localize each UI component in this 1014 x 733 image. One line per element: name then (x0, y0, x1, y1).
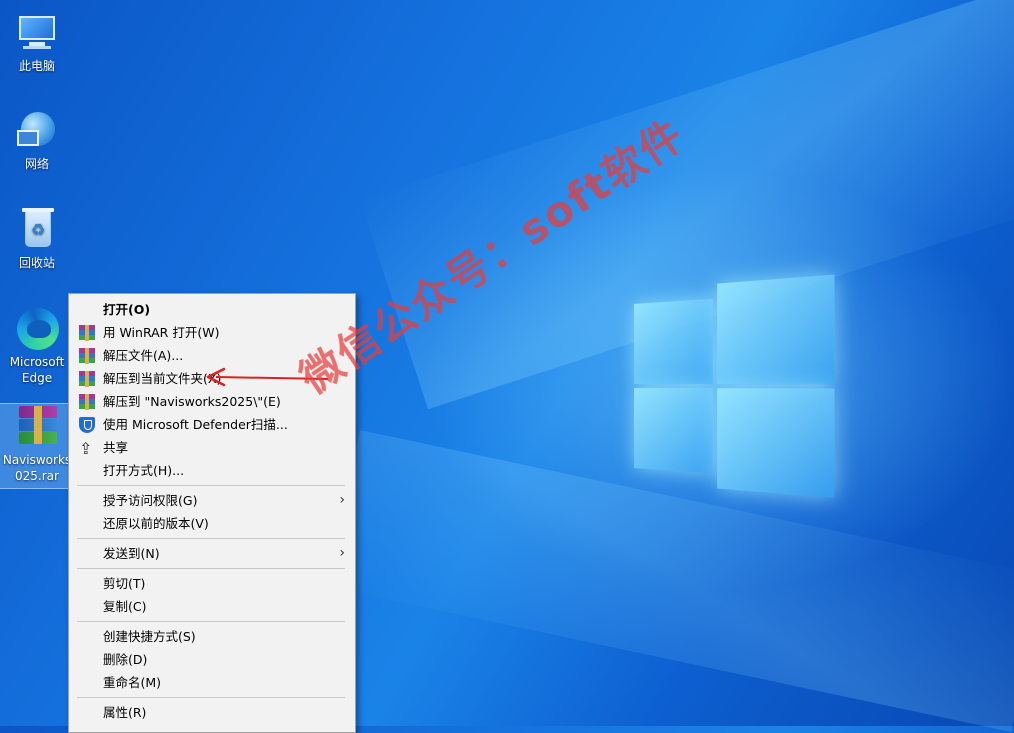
recycle-bin-icon: ♻ (15, 207, 59, 251)
desktop-icon-label: Microsoft (9, 355, 65, 369)
network-icon (15, 108, 59, 152)
menu-item-give-access[interactable]: 授予访问权限(G) › (69, 489, 355, 512)
menu-item-copy[interactable]: 复制(C) (69, 595, 355, 618)
desktop-icon-label: 此电脑 (18, 59, 55, 73)
desktop-icon-recycle-bin[interactable]: ♻ 回收站 (0, 207, 74, 271)
menu-separator (77, 621, 345, 622)
menu-item-properties[interactable]: 属性(R) (69, 701, 355, 724)
menu-separator (77, 485, 345, 486)
desktop-icon-label: 网络 (24, 157, 49, 171)
defender-shield-icon (79, 417, 95, 433)
menu-item-share[interactable]: ⇪ 共享 (69, 436, 355, 459)
desktop-icon-label: Edge (21, 371, 53, 385)
menu-item-open[interactable]: 打开(O) (69, 298, 355, 321)
chevron-right-icon: › (339, 492, 345, 508)
winrar-icon (79, 394, 95, 410)
desktop-icon-edge[interactable]: Microsoft Edge (0, 306, 74, 386)
winrar-icon (79, 371, 95, 387)
share-icon: ⇪ (79, 439, 93, 458)
winrar-icon (79, 348, 95, 364)
winrar-icon (79, 325, 95, 341)
menu-item-delete[interactable]: 删除(D) (69, 648, 355, 671)
desktop-icon-label: 回收站 (18, 256, 55, 270)
desktop-icon-this-pc[interactable]: 此电脑 (0, 10, 74, 74)
menu-separator (77, 538, 345, 539)
desktop-icon-network[interactable]: 网络 (0, 108, 74, 172)
menu-item-restore-versions[interactable]: 还原以前的版本(V) (69, 512, 355, 535)
menu-item-defender-scan[interactable]: 使用 Microsoft Defender扫描... (69, 413, 355, 436)
windows-logo-wallpaper (634, 274, 835, 498)
menu-separator (77, 568, 345, 569)
desktop-icon-label: 025.rar (15, 469, 59, 483)
menu-item-cut[interactable]: 剪切(T) (69, 572, 355, 595)
chevron-right-icon: › (339, 545, 345, 561)
desktop-icon-label: Navisworks (2, 453, 72, 467)
menu-item-open-with[interactable]: 打开方式(H)... (69, 459, 355, 482)
winrar-archive-icon (15, 404, 59, 448)
menu-item-create-shortcut[interactable]: 创建快捷方式(S) (69, 625, 355, 648)
this-pc-icon (15, 10, 59, 54)
edge-icon (15, 306, 59, 350)
menu-item-rename[interactable]: 重命名(M) (69, 671, 355, 694)
menu-item-send-to[interactable]: 发送到(N) › (69, 542, 355, 565)
desktop-icon-archive-selected[interactable]: Navisworks 025.rar (0, 403, 75, 489)
menu-separator (77, 697, 345, 698)
